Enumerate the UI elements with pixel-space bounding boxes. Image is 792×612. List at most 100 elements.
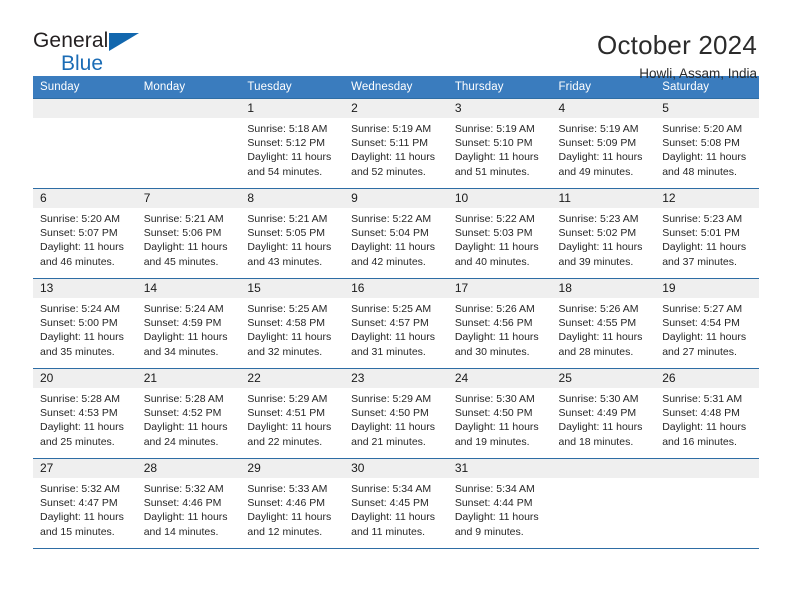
day-number: 7 xyxy=(136,189,241,208)
daylight-text-line1: Daylight: 11 hours xyxy=(558,151,643,164)
day-number: 5 xyxy=(655,99,759,118)
day-cell[interactable]: 15 Sunrise: 5:25 AM Sunset: 4:58 PM Dayligh… xyxy=(240,279,345,368)
day-number: 22 xyxy=(240,369,345,388)
day-cell[interactable]: 17 Sunrise: 5:26 AM Sunset: 4:56 PM Dayligh… xyxy=(447,279,552,368)
daylight-text-line1: Daylight: 11 hours xyxy=(247,151,332,164)
day-cell[interactable]: 21 Sunrise: 5:28 AM Sunset: 4:52 PM Dayligh… xyxy=(136,369,241,458)
day-details: Sunrise: 5:28 AM Sunset: 4:53 PM Daylight:… xyxy=(33,388,137,449)
day-cell[interactable]: 16 Sunrise: 5:25 AM Sunset: 4:57 PM Dayligh… xyxy=(344,279,448,368)
day-number: 30 xyxy=(344,459,448,478)
page-title: October 2024 xyxy=(597,30,757,60)
day-cell[interactable]: 18 Sunrise: 5:26 AM Sunset: 4:55 PM Dayligh… xyxy=(551,279,656,368)
day-cell[interactable]: 1 Sunrise: 5:18 AM Sunset: 5:12 PM Daylight… xyxy=(240,99,345,188)
sunrise-text: Sunrise: 5:28 AM xyxy=(143,393,224,405)
sunset-text: Sunset: 4:50 PM xyxy=(351,407,429,420)
daylight-text-line1: Daylight: 11 hours xyxy=(40,331,124,344)
daylight-text-line2: and 40 minutes. xyxy=(454,255,530,268)
sunrise-text: Sunrise: 5:31 AM xyxy=(662,393,743,405)
day-cell[interactable]: 11 Sunrise: 5:23 AM Sunset: 5:02 PM Dayligh… xyxy=(551,189,656,278)
day-cell[interactable]: 8 Sunrise: 5:21 AM Sunset: 5:05 PM Daylight… xyxy=(240,189,345,278)
day-number: 27 xyxy=(33,459,137,478)
sunrise-text: Sunrise: 5:25 AM xyxy=(351,303,432,315)
title-block: October 2024 Howli, Assam, India xyxy=(597,30,759,84)
day-details: Sunrise: 5:33 AM Sunset: 4:46 PM Daylight:… xyxy=(240,478,344,539)
daylight-text-line1: Daylight: 11 hours xyxy=(40,421,124,434)
logo-triangle-icon xyxy=(109,33,139,51)
day-cell[interactable]: 24 Sunrise: 5:30 AM Sunset: 4:50 PM Dayligh… xyxy=(447,369,552,458)
day-cell[interactable]: 9 Sunrise: 5:22 AM Sunset: 5:04 PM Daylight… xyxy=(344,189,448,278)
day-cell[interactable]: 25 Sunrise: 5:30 AM Sunset: 4:49 PM Dayligh… xyxy=(551,369,656,458)
sunset-text: Sunset: 5:01 PM xyxy=(662,227,740,240)
day-details: Sunrise: 5:24 AM Sunset: 5:00 PM Daylight:… xyxy=(33,298,137,359)
daylight-text-line1: Daylight: 11 hours xyxy=(40,241,124,254)
sunset-text: Sunset: 5:05 PM xyxy=(247,227,326,240)
day-cell[interactable]: 20 Sunrise: 5:28 AM Sunset: 4:53 PM Dayligh… xyxy=(33,369,137,458)
day-cell[interactable]: 23 Sunrise: 5:29 AM Sunset: 4:50 PM Dayligh… xyxy=(344,369,448,458)
day-number xyxy=(655,459,759,478)
day-number xyxy=(551,459,656,478)
daylight-text-line1: Daylight: 11 hours xyxy=(351,241,435,254)
sunset-text: Sunset: 5:09 PM xyxy=(558,137,637,150)
sunrise-text: Sunrise: 5:19 AM xyxy=(454,123,535,135)
calendar-page: General Blue October 2024 Howli, Assam, … xyxy=(0,0,792,612)
day-details: Sunrise: 5:20 AM Sunset: 5:07 PM Daylight:… xyxy=(33,208,137,269)
sunset-text: Sunset: 4:57 PM xyxy=(351,317,429,330)
day-cell[interactable]: 31 Sunrise: 5:34 AM Sunset: 4:44 PM Dayligh… xyxy=(447,459,552,548)
day-cell[interactable]: 4 Sunrise: 5:19 AM Sunset: 5:09 PM Daylight… xyxy=(551,99,656,188)
day-cell[interactable]: 30 Sunrise: 5:34 AM Sunset: 4:45 PM Dayligh… xyxy=(344,459,448,548)
calendar-week-row: 20 Sunrise: 5:28 AM Sunset: 4:53 PM Dayligh… xyxy=(33,368,759,459)
day-cell[interactable]: 29 Sunrise: 5:33 AM Sunset: 4:46 PM Dayligh… xyxy=(240,459,345,548)
daylight-text-line2: and 25 minutes. xyxy=(40,435,115,448)
sunset-text: Sunset: 4:58 PM xyxy=(247,317,326,330)
sunset-text: Sunset: 5:11 PM xyxy=(351,137,428,150)
day-cell[interactable]: 22 Sunrise: 5:29 AM Sunset: 4:51 PM Dayligh… xyxy=(240,369,345,458)
sunrise-text: Sunrise: 5:24 AM xyxy=(143,303,224,315)
day-cell[interactable]: 28 Sunrise: 5:32 AM Sunset: 4:46 PM Dayligh… xyxy=(136,459,241,548)
sunrise-text: Sunrise: 5:26 AM xyxy=(558,303,639,315)
daylight-text-line1: Daylight: 11 hours xyxy=(558,241,643,254)
sunset-text: Sunset: 4:53 PM xyxy=(40,407,118,420)
daylight-text-line2: and 27 minutes. xyxy=(662,345,737,358)
daylight-text-line2: and 21 minutes. xyxy=(351,435,426,448)
daylight-text-line2: and 54 minutes. xyxy=(247,165,323,178)
daylight-text-line1: Daylight: 11 hours xyxy=(247,331,332,344)
day-cell[interactable]: 19 Sunrise: 5:27 AM Sunset: 4:54 PM Dayligh… xyxy=(655,279,759,368)
calendar-bottom-rule xyxy=(33,548,759,549)
sunrise-text: Sunrise: 5:19 AM xyxy=(558,123,639,135)
sunrise-text: Sunrise: 5:23 AM xyxy=(662,213,743,225)
day-details: Sunrise: 5:19 AM Sunset: 5:09 PM Daylight:… xyxy=(552,118,656,179)
day-cell[interactable]: 27 Sunrise: 5:32 AM Sunset: 4:47 PM Dayligh… xyxy=(33,459,137,548)
day-number: 29 xyxy=(240,459,345,478)
day-cell[interactable]: 26 Sunrise: 5:31 AM Sunset: 4:48 PM Dayligh… xyxy=(655,369,759,458)
day-details: Sunrise: 5:28 AM Sunset: 4:52 PM Daylight:… xyxy=(137,388,241,449)
day-cell[interactable]: 10 Sunrise: 5:22 AM Sunset: 5:03 PM Dayligh… xyxy=(447,189,552,278)
day-cell[interactable]: 14 Sunrise: 5:24 AM Sunset: 4:59 PM Dayligh… xyxy=(136,279,241,368)
day-cell[interactable]: 2 Sunrise: 5:19 AM Sunset: 5:11 PM Daylight… xyxy=(344,99,448,188)
sunset-text: Sunset: 4:44 PM xyxy=(454,497,533,510)
daylight-text-line2: and 15 minutes. xyxy=(40,525,115,538)
day-details: Sunrise: 5:20 AM Sunset: 5:08 PM Daylight:… xyxy=(655,118,759,179)
day-details: Sunrise: 5:34 AM Sunset: 4:44 PM Daylight:… xyxy=(448,478,552,539)
day-number: 10 xyxy=(447,189,552,208)
general-blue-logo[interactable]: General Blue xyxy=(33,30,153,78)
day-cell[interactable]: 6 Sunrise: 5:20 AM Sunset: 5:07 PM Daylight… xyxy=(33,189,137,278)
day-number: 17 xyxy=(447,279,552,298)
daylight-text-line2: and 31 minutes. xyxy=(351,345,426,358)
daylight-text-line2: and 14 minutes. xyxy=(143,525,219,538)
weekday-header-sunday: Sunday xyxy=(33,76,137,99)
day-cell-empty xyxy=(655,459,759,548)
daylight-text-line2: and 22 minutes. xyxy=(247,435,323,448)
logo-text-blue: Blue xyxy=(61,52,104,75)
day-cell[interactable]: 5 Sunrise: 5:20 AM Sunset: 5:08 PM Daylight… xyxy=(655,99,759,188)
day-number: 8 xyxy=(240,189,345,208)
calendar-week-row: 6 Sunrise: 5:20 AM Sunset: 5:07 PM Daylight… xyxy=(33,188,759,279)
sunrise-text: Sunrise: 5:33 AM xyxy=(247,483,328,495)
day-cell[interactable]: 12 Sunrise: 5:23 AM Sunset: 5:01 PM Dayligh… xyxy=(655,189,759,278)
day-cell[interactable]: 7 Sunrise: 5:21 AM Sunset: 5:06 PM Daylight… xyxy=(136,189,241,278)
day-cell[interactable]: 3 Sunrise: 5:19 AM Sunset: 5:10 PM Daylight… xyxy=(447,99,552,188)
sunset-text: Sunset: 4:56 PM xyxy=(454,317,533,330)
daylight-text-line2: and 11 minutes. xyxy=(351,525,426,538)
sunset-text: Sunset: 5:04 PM xyxy=(351,227,429,240)
day-cell[interactable]: 13 Sunrise: 5:24 AM Sunset: 5:00 PM Dayligh… xyxy=(33,279,137,368)
daylight-text-line1: Daylight: 11 hours xyxy=(351,421,435,434)
